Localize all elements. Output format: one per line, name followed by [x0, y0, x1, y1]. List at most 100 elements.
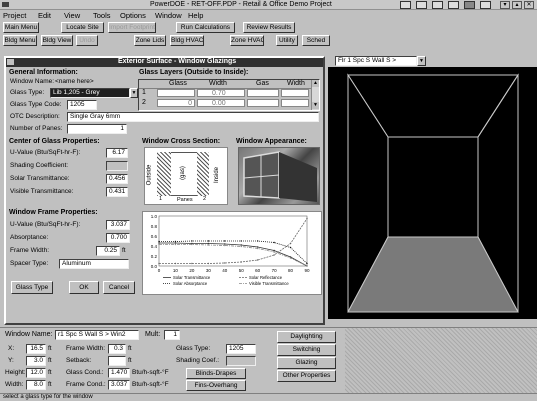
layers-scrollbar[interactable]: ▲ ▼	[311, 80, 319, 110]
layers-cell[interactable]	[247, 99, 279, 107]
chevron-down-icon[interactable]: ▼	[417, 56, 426, 66]
menu-window[interactable]: Window	[155, 11, 182, 20]
y-label: Y:	[8, 357, 14, 364]
bldg-menu-button[interactable]: Bldg Menu	[3, 35, 37, 46]
elevation-view-icon[interactable]	[416, 1, 427, 9]
solar-transmittance-field[interactable]: 0.456	[106, 174, 128, 184]
center-u-value-field[interactable]: 6.17	[106, 148, 128, 158]
width-field[interactable]: 8.0	[26, 380, 46, 390]
x-tick-label: 70	[272, 268, 278, 273]
review-results-button[interactable]: Review Results	[243, 22, 295, 33]
glass-type-select[interactable]: Lib 1,205 - Grey	[50, 88, 130, 98]
perspective-view-icon[interactable]	[448, 1, 459, 9]
window-name-value: <name here>	[55, 78, 94, 85]
bottom-frame-width-field[interactable]: 0.3	[108, 344, 126, 354]
glass-code-field[interactable]: 1205	[67, 100, 97, 110]
menu-edit[interactable]: Edit	[38, 11, 51, 20]
x-tick-label: 60	[255, 268, 261, 273]
app-icon	[2, 2, 9, 7]
frame-cond-field[interactable]: 3.037	[108, 380, 130, 390]
glazing-button[interactable]: Glazing	[277, 357, 336, 369]
shading-coefficient-field[interactable]	[106, 161, 128, 171]
zone-hvac-button[interactable]: Zone HVAC	[230, 35, 264, 46]
ok-button[interactable]: OK	[69, 281, 99, 294]
absorptance-field[interactable]: 0.700	[106, 233, 130, 243]
surface-selector[interactable]: Flr 1 Spc S Wall S >	[335, 56, 417, 66]
legend-label: Visible Transmittance	[249, 281, 289, 286]
window-name-label: Window Name:	[10, 78, 55, 85]
width-label: Width:	[5, 381, 24, 388]
bottom-shading-field[interactable]	[226, 356, 256, 366]
main-menu-button[interactable]: Main Menu	[3, 22, 39, 33]
undo-button[interactable]: Undo	[76, 35, 98, 46]
room-wireframe	[347, 73, 519, 313]
mult-field[interactable]: 1	[164, 330, 180, 340]
y-tick-label: 0.2	[151, 254, 158, 259]
menu-options[interactable]: Options	[120, 11, 146, 20]
layers-cell[interactable]	[281, 89, 309, 97]
layers-cell[interactable]	[157, 89, 195, 97]
glass-type-dropdown-icon[interactable]: ▼	[130, 88, 138, 98]
cancel-button[interactable]: Cancel	[103, 281, 135, 294]
glass-code-label: Glass Type Code:	[10, 101, 62, 108]
bottom-glass-type-label: Glass Type:	[176, 345, 211, 352]
data-point	[174, 262, 177, 265]
glass-type-button[interactable]: Glass Type	[11, 281, 53, 294]
bottom-glass-type-field[interactable]: 1205	[226, 344, 256, 354]
glass-cond-field[interactable]: 1.470	[108, 368, 130, 378]
rotate-icon[interactable]	[480, 1, 491, 9]
frame-properties-header: Window Frame Properties:	[9, 209, 98, 216]
fins-overhang-button[interactable]: Fins-Overhang	[186, 380, 246, 391]
scroll-up-icon[interactable]: ▲	[312, 80, 319, 87]
zoom-icon[interactable]	[464, 1, 475, 9]
3d-view-icon[interactable]	[432, 1, 443, 9]
menu-help[interactable]: Help	[188, 11, 203, 20]
daylighting-button[interactable]: Daylighting	[277, 331, 336, 343]
layers-cell[interactable]	[247, 89, 279, 97]
otc-description-field[interactable]: Single Gray 6mm	[67, 112, 319, 122]
setback-field[interactable]	[108, 356, 126, 366]
layers-cell[interactable]: 0.70	[197, 89, 245, 97]
data-point	[306, 265, 308, 267]
import-footprint-button[interactable]: Import Footprint	[108, 22, 156, 33]
other-properties-button[interactable]: Other Properties	[277, 370, 336, 382]
layers-cell[interactable]: 0	[157, 99, 195, 107]
zone-lids-button[interactable]: Zone Lids	[134, 35, 166, 46]
sched-button[interactable]: Sched	[302, 35, 330, 46]
center-u-value-label: U-Value (Btu/SqFt-hr-F):	[10, 149, 81, 156]
number-of-panes-field[interactable]: 1	[67, 124, 127, 134]
dialog-system-menu-icon[interactable]	[7, 59, 14, 65]
y-field[interactable]: 3.0	[26, 356, 46, 366]
plan-view-icon[interactable]	[400, 1, 411, 9]
menu-tools[interactable]: Tools	[93, 11, 111, 20]
table-row[interactable]: 2 0 0.00	[139, 99, 311, 108]
bottom-window-name-field[interactable]: r1 Spc S Wall S > Win2	[55, 330, 139, 340]
layers-cell[interactable]: 0.00	[197, 99, 245, 107]
bldg-view-button[interactable]: Bldg View	[41, 35, 73, 46]
locate-site-button[interactable]: Locate Site	[61, 22, 104, 33]
data-point	[240, 261, 242, 263]
blinds-drapes-button[interactable]: Blinds-Drapes	[186, 368, 246, 379]
dialog-title: Exterior Surface - Window Glazings	[118, 58, 237, 65]
run-calculations-button[interactable]: Run Calculations	[176, 22, 235, 33]
bldg-hvac-button[interactable]: Bldg HVAC	[170, 35, 204, 46]
menu-view[interactable]: View	[64, 11, 80, 20]
layers-header-row: Glass Width Gas Width	[139, 80, 311, 89]
panes-label: Panes	[177, 197, 193, 203]
utility-button[interactable]: Utility	[276, 35, 298, 46]
frame-u-value-field[interactable]: 3.037	[106, 220, 130, 230]
table-row[interactable]: 1 0.70	[139, 89, 311, 98]
x-field[interactable]: 16.5	[26, 344, 46, 354]
x-tick-label: 30	[206, 268, 212, 273]
spacer-type-field[interactable]: Aluminum	[59, 259, 129, 269]
height-field[interactable]: 12.0	[26, 368, 46, 378]
data-point	[306, 262, 308, 265]
switching-button[interactable]: Switching	[277, 344, 336, 356]
menu-project[interactable]: Project	[3, 11, 26, 20]
frame-width-field[interactable]: 0.25	[96, 246, 120, 256]
visible-transmittance-field[interactable]: 0.431	[106, 187, 128, 197]
layers-cell[interactable]	[281, 99, 309, 107]
row-index: 2	[142, 99, 146, 106]
building-3d-view[interactable]	[328, 67, 537, 319]
scroll-down-icon[interactable]: ▼	[312, 102, 319, 109]
